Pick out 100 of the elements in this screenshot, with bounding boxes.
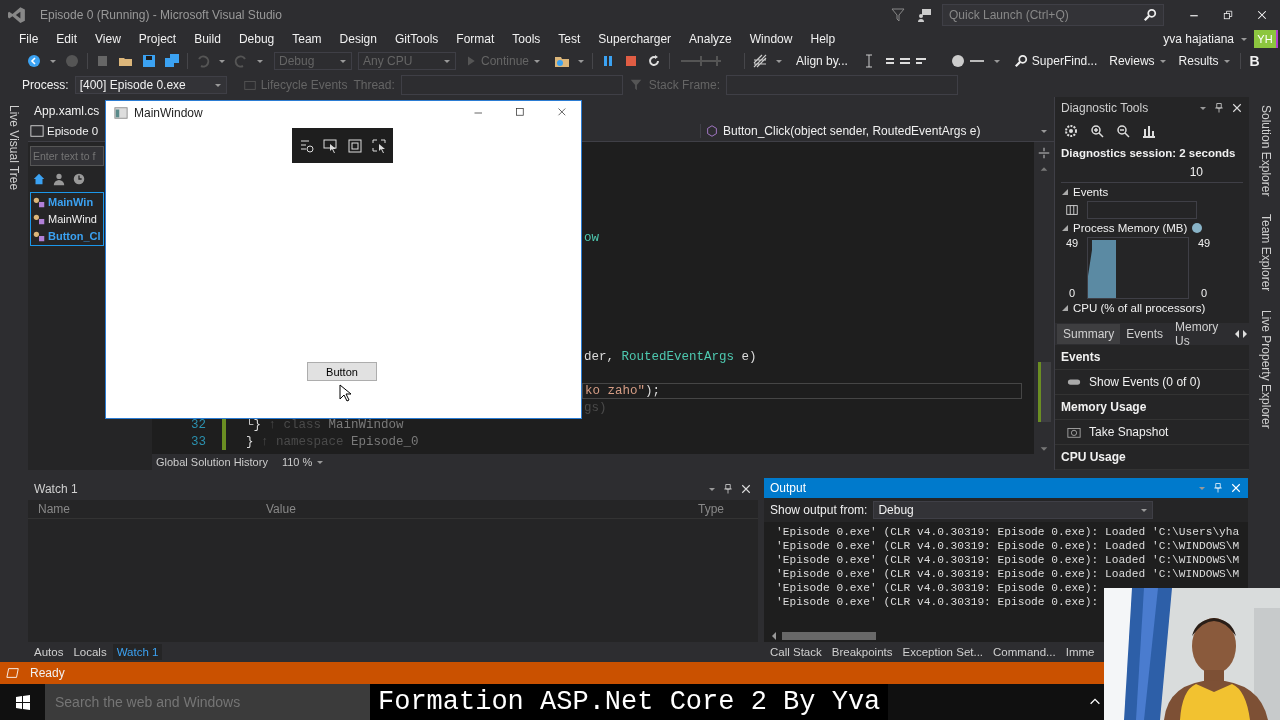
axis-label: 49 xyxy=(1196,237,1212,249)
zoom-out-icon[interactable] xyxy=(1115,123,1131,140)
caret-icon[interactable] xyxy=(1240,35,1248,43)
zoom-level[interactable]: 110 % xyxy=(281,456,313,468)
menu-item[interactable]: Test xyxy=(549,32,590,46)
menu-item[interactable]: Supercharger xyxy=(589,32,681,46)
caret-icon[interactable] xyxy=(213,81,222,89)
tree-item[interactable]: Button_Cl xyxy=(32,229,102,243)
chart-icon[interactable] xyxy=(1141,123,1157,140)
hatch-icon[interactable] xyxy=(752,52,769,69)
toolbar-menu[interactable]: Results xyxy=(1175,53,1234,68)
panel-tab[interactable]: Call Stack xyxy=(766,644,826,660)
filter-icon[interactable] xyxy=(890,7,906,23)
caret-icon[interactable] xyxy=(708,485,716,493)
zoom-in-icon[interactable] xyxy=(1089,123,1105,140)
settings-icon[interactable] xyxy=(1063,123,1079,140)
collapse-icon[interactable] xyxy=(1061,188,1069,196)
tree-item[interactable]: MainWin xyxy=(32,195,102,209)
panel-tab[interactable]: Command... xyxy=(989,644,1060,660)
menu-item[interactable]: Tools xyxy=(503,32,550,46)
save-all-icon[interactable] xyxy=(164,52,180,69)
panel-tab[interactable]: Imme xyxy=(1061,644,1099,660)
project-dropdown[interactable]: Episode 0 xyxy=(28,124,100,138)
pause-icon[interactable] xyxy=(1065,203,1079,217)
menu-item[interactable]: Design xyxy=(330,32,386,46)
panel-tab[interactable]: Breakpoints xyxy=(827,644,897,660)
take-snapshot-link[interactable]: Take Snapshot xyxy=(1089,425,1169,439)
scroll-left-icon[interactable] xyxy=(770,631,778,641)
account-name[interactable]: yva hajatiana xyxy=(1163,32,1234,46)
clock-icon[interactable] xyxy=(72,172,86,186)
scroll-right-icon[interactable] xyxy=(1241,329,1249,339)
panel-tab[interactable]: Autos xyxy=(30,644,68,660)
pin-icon[interactable] xyxy=(1213,101,1225,114)
menu-item[interactable]: Team xyxy=(283,32,331,46)
save-icon[interactable] xyxy=(141,52,157,69)
panel-tab[interactable]: Summary xyxy=(1057,324,1121,344)
track-focus-icon[interactable] xyxy=(370,137,387,154)
feedback-icon[interactable] xyxy=(916,7,932,23)
menu-item[interactable]: GitTools xyxy=(385,32,448,46)
panel-tab[interactable]: Events xyxy=(1120,324,1170,344)
menu-item[interactable]: Analyze xyxy=(680,32,741,46)
column-header[interactable]: Type xyxy=(688,502,758,516)
close-icon[interactable] xyxy=(1231,101,1243,114)
close-icon[interactable] xyxy=(740,483,752,495)
collapse-icon[interactable] xyxy=(1061,304,1069,312)
toolbar-button[interactable]: Align by... xyxy=(793,53,851,68)
menu-item[interactable]: Build xyxy=(185,32,230,46)
menu-item[interactable]: File xyxy=(10,32,48,46)
home-icon[interactable] xyxy=(32,172,46,186)
tree-item[interactable]: MainWind xyxy=(32,212,102,226)
caret-icon[interactable] xyxy=(1140,506,1149,514)
timeline-ruler[interactable]: 10 xyxy=(1061,162,1243,183)
superfind-button[interactable]: SuperFind... xyxy=(1010,53,1101,68)
column-header[interactable]: Name xyxy=(28,502,256,516)
side-tab[interactable]: Live Visual Tree xyxy=(7,103,21,193)
menu-item[interactable]: View xyxy=(86,32,130,46)
section-heading: Events xyxy=(1061,350,1101,364)
panel-tab[interactable]: Locals xyxy=(69,644,111,660)
tree-search-field[interactable]: Enter text to f xyxy=(30,146,104,166)
solution-history-label[interactable]: Global Solution History xyxy=(156,456,268,468)
toolbar-button[interactable]: B xyxy=(1246,52,1263,69)
app-button[interactable]: Button xyxy=(307,362,377,381)
side-tab[interactable]: Team Explorer xyxy=(1259,212,1273,294)
show-events-link[interactable]: Show Events (0 of 0) xyxy=(1089,375,1201,389)
pin-icon[interactable] xyxy=(722,483,734,495)
menu-item[interactable]: Project xyxy=(129,32,186,46)
menu-item[interactable]: Edit xyxy=(47,32,87,46)
side-tab[interactable]: Live Property Explorer xyxy=(1259,307,1273,431)
collapse-icon[interactable] xyxy=(1061,224,1069,232)
panel-tab[interactable]: Exception Set... xyxy=(898,644,988,660)
menu-item[interactable]: Debug xyxy=(229,32,284,46)
person-icon[interactable] xyxy=(52,172,66,186)
caret-icon[interactable] xyxy=(1040,127,1048,135)
process-dropdown[interactable]: [400] Episode 0.exe xyxy=(74,76,227,94)
panel-tab[interactable]: Memory Us xyxy=(1169,317,1233,351)
output-source-dropdown[interactable]: Debug xyxy=(873,501,1154,519)
back-icon[interactable] xyxy=(26,52,42,69)
menu-item[interactable]: Format xyxy=(447,32,504,46)
menu-item[interactable]: Help xyxy=(801,32,845,46)
process-label: Process: xyxy=(22,78,69,92)
select-element-icon[interactable] xyxy=(322,137,339,154)
split-icon[interactable] xyxy=(1037,146,1051,160)
panel-tab[interactable]: Watch 1 xyxy=(112,644,163,660)
maximize-icon[interactable] xyxy=(515,107,527,119)
quick-launch-field[interactable]: Quick Launch (Ctrl+Q) xyxy=(942,4,1164,26)
toolbar-menu[interactable]: Reviews xyxy=(1106,53,1170,68)
windows-logo-icon[interactable] xyxy=(14,694,31,710)
scrollbar-thumb[interactable] xyxy=(1037,362,1051,422)
document-tab[interactable]: App.xaml.cs xyxy=(28,101,106,121)
taskbar-search-field[interactable]: Search the web and Windows xyxy=(45,684,370,720)
column-header[interactable]: Value xyxy=(256,502,688,516)
editor-scrollbar[interactable] xyxy=(1034,142,1054,454)
restore-icon[interactable] xyxy=(1222,9,1234,21)
adorner-icon[interactable] xyxy=(346,137,363,154)
scrollbar-thumb[interactable] xyxy=(782,632,876,640)
menu-item[interactable]: Window xyxy=(740,32,802,46)
side-tab[interactable]: Solution Explorer xyxy=(1259,103,1273,199)
scroll-left-icon[interactable] xyxy=(1233,329,1241,339)
caret-icon[interactable] xyxy=(316,458,325,466)
tree-settings-icon[interactable] xyxy=(298,137,315,154)
